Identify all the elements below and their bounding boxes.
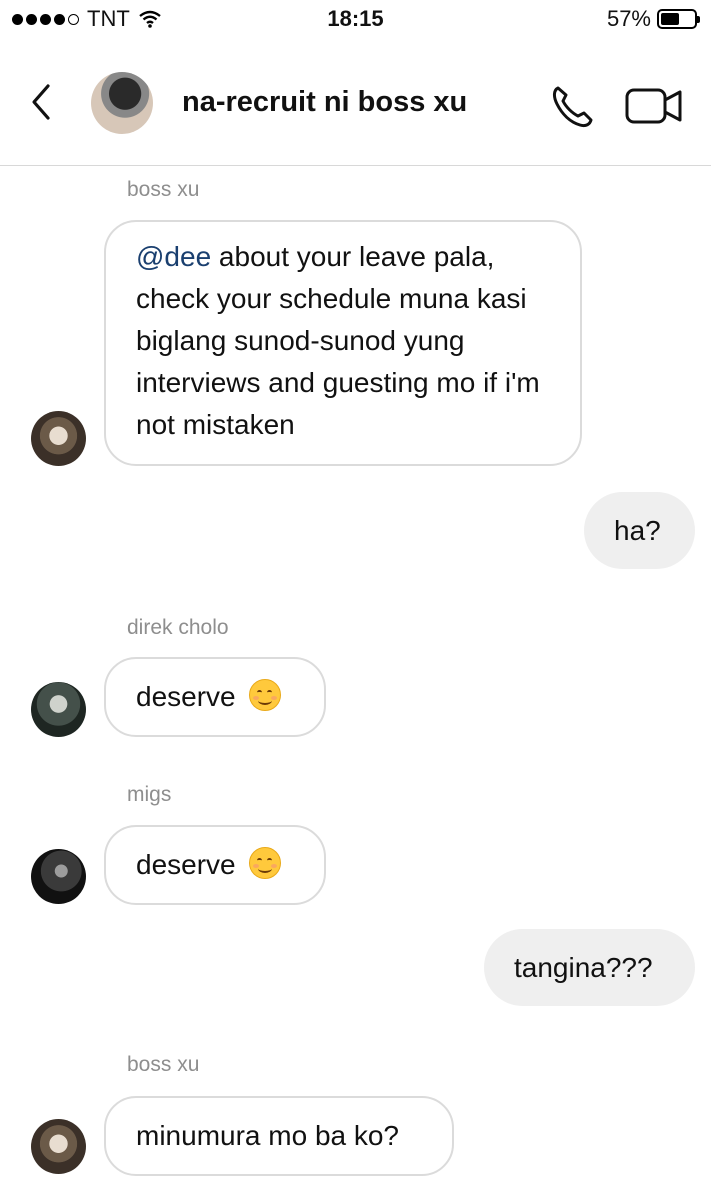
message-text: tangina???	[514, 951, 653, 983]
battery-icon	[657, 9, 700, 29]
message-bubble[interactable]: @dee about your leave pala, check your s…	[104, 220, 582, 466]
battery-percent: 57%	[606, 6, 651, 31]
sender-name: boss xu	[127, 178, 200, 201]
phone-icon[interactable]	[548, 82, 596, 130]
smiling-face-emoji-icon	[249, 679, 282, 711]
back-chevron-icon[interactable]	[22, 80, 62, 124]
mention-link[interactable]: @dee	[136, 241, 211, 272]
message-text: minumura mo ba ko?	[136, 1120, 400, 1151]
battery-fill	[661, 13, 680, 25]
status-right: 57%	[606, 6, 700, 32]
sender-name: direk cholo	[127, 616, 229, 639]
message-bubble[interactable]: deserve	[104, 825, 326, 905]
sender-name: migs	[127, 783, 172, 806]
status-time: 18:15	[327, 6, 384, 31]
avatar[interactable]	[31, 411, 86, 466]
avatar[interactable]	[31, 682, 86, 737]
conversation-title[interactable]: na-recruit ni boss xu	[182, 86, 467, 119]
message-text: deserve	[136, 849, 236, 880]
outgoing-message-bubble[interactable]: tangina???	[484, 929, 695, 1006]
message-bubble[interactable]: minumura mo ba ko?	[104, 1096, 454, 1176]
message-bubble[interactable]: deserve	[104, 657, 326, 737]
outgoing-message-bubble[interactable]: ha?	[584, 492, 695, 569]
avatar[interactable]	[31, 1119, 86, 1174]
message-text: deserve	[136, 681, 236, 712]
message-text: ha?	[614, 514, 661, 546]
smiling-face-emoji-icon	[249, 847, 282, 879]
chat-header: na-recruit ni boss xu	[0, 42, 711, 166]
group-avatar[interactable]	[91, 72, 153, 134]
video-camera-icon[interactable]	[624, 86, 684, 126]
status-bar: TNT 18:15 57%	[0, 0, 711, 42]
sender-name: boss xu	[127, 1053, 200, 1076]
avatar[interactable]	[31, 849, 86, 904]
